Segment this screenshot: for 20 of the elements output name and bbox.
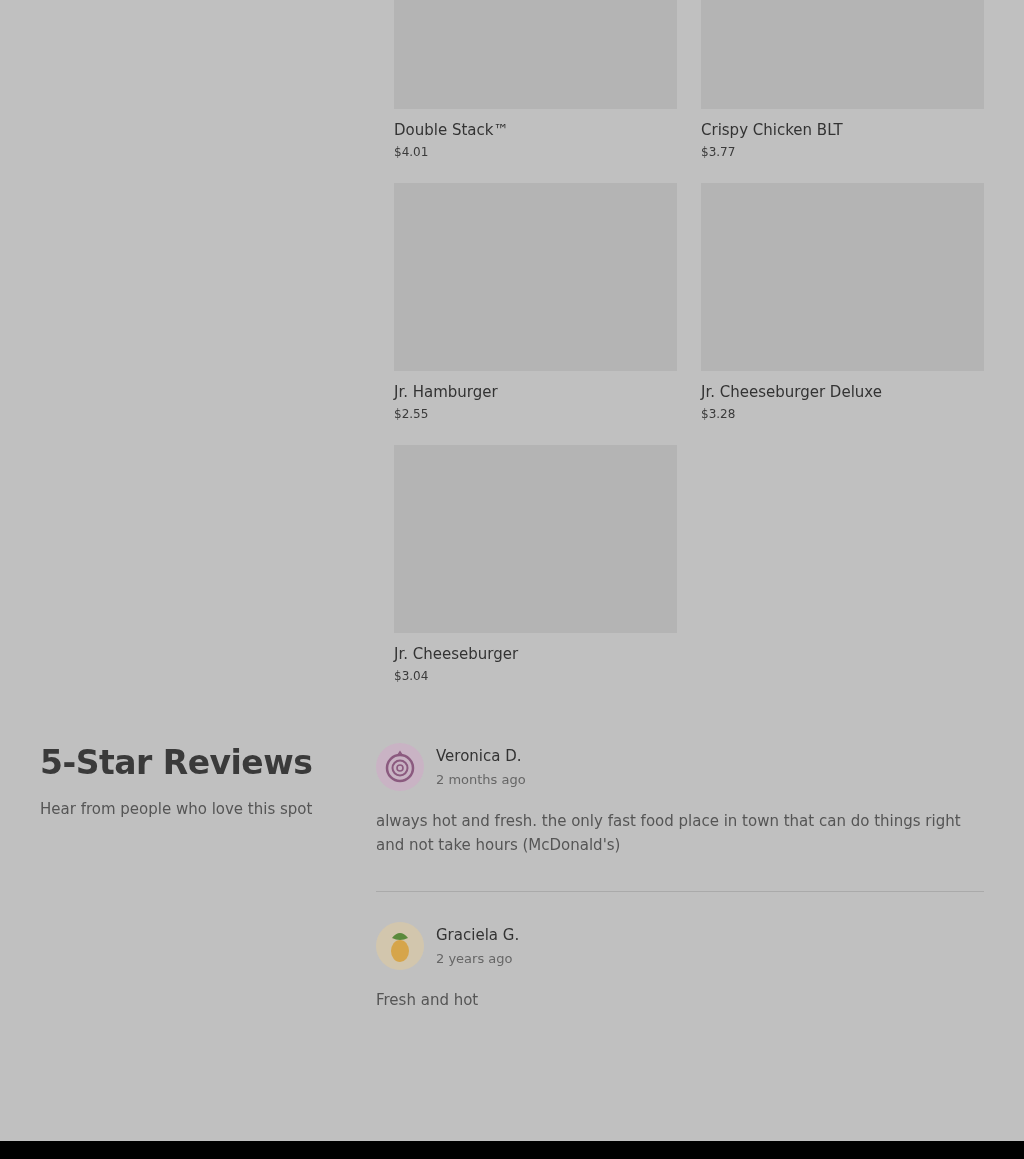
item-price: $3.04 — [394, 669, 430, 683]
review-time: 2 years ago — [436, 951, 514, 966]
reviewer-name: Graciela G. — [436, 926, 520, 944]
item-name[interactable]: Crispy Chicken BLT — [701, 121, 984, 139]
reviewer-name: Veronica D. — [436, 747, 523, 765]
review-text: always hot and fresh. the only fast food place in town that can do things right and not take hours (McDonald's) — [376, 811, 962, 856]
item-price: $3.77 — [701, 145, 737, 159]
item-name[interactable]: Jr. Cheeseburger — [394, 645, 677, 663]
item-price: $4.01 — [394, 145, 430, 159]
item-price: $3.28 — [701, 407, 737, 421]
review-text: Fresh and hot — [376, 990, 480, 1011]
pineapple-avatar-icon — [376, 922, 424, 970]
onion-avatar-icon — [376, 743, 424, 791]
section-subtitle: Hear from people who love this spot — [40, 800, 314, 818]
item-name[interactable]: Double Stack™ — [394, 121, 677, 139]
item-price: $2.55 — [394, 407, 430, 421]
section-title: 5-Star Reviews — [40, 743, 314, 782]
item-name[interactable]: Jr. Cheeseburger Deluxe — [701, 383, 984, 401]
review-time: 2 months ago — [436, 772, 526, 787]
item-name[interactable]: Jr. Hamburger — [394, 383, 677, 401]
